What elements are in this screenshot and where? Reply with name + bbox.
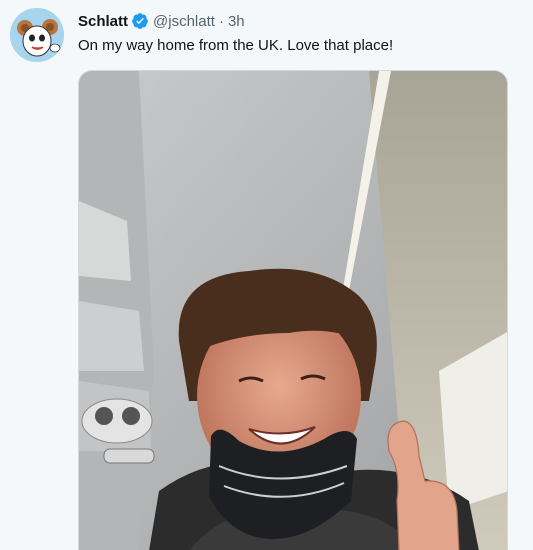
tweet-timestamp[interactable]: 3h (228, 13, 245, 30)
avatar[interactable] (10, 8, 64, 62)
avatar-illustration (10, 8, 64, 62)
tweet: Schlatt @jschlatt · 3h On my way home fr… (0, 0, 533, 550)
verified-badge-icon (131, 12, 149, 30)
tweet-photo[interactable] (78, 70, 508, 550)
selfie-photo-illustration (79, 71, 507, 550)
tweet-header: Schlatt @jschlatt · 3h (78, 11, 245, 31)
author-handle[interactable]: @jschlatt (153, 13, 215, 30)
separator-dot: · (218, 12, 224, 30)
tweet-text: On my way home from the UK. Love that pl… (78, 37, 394, 54)
author-name[interactable]: Schlatt (78, 13, 128, 30)
